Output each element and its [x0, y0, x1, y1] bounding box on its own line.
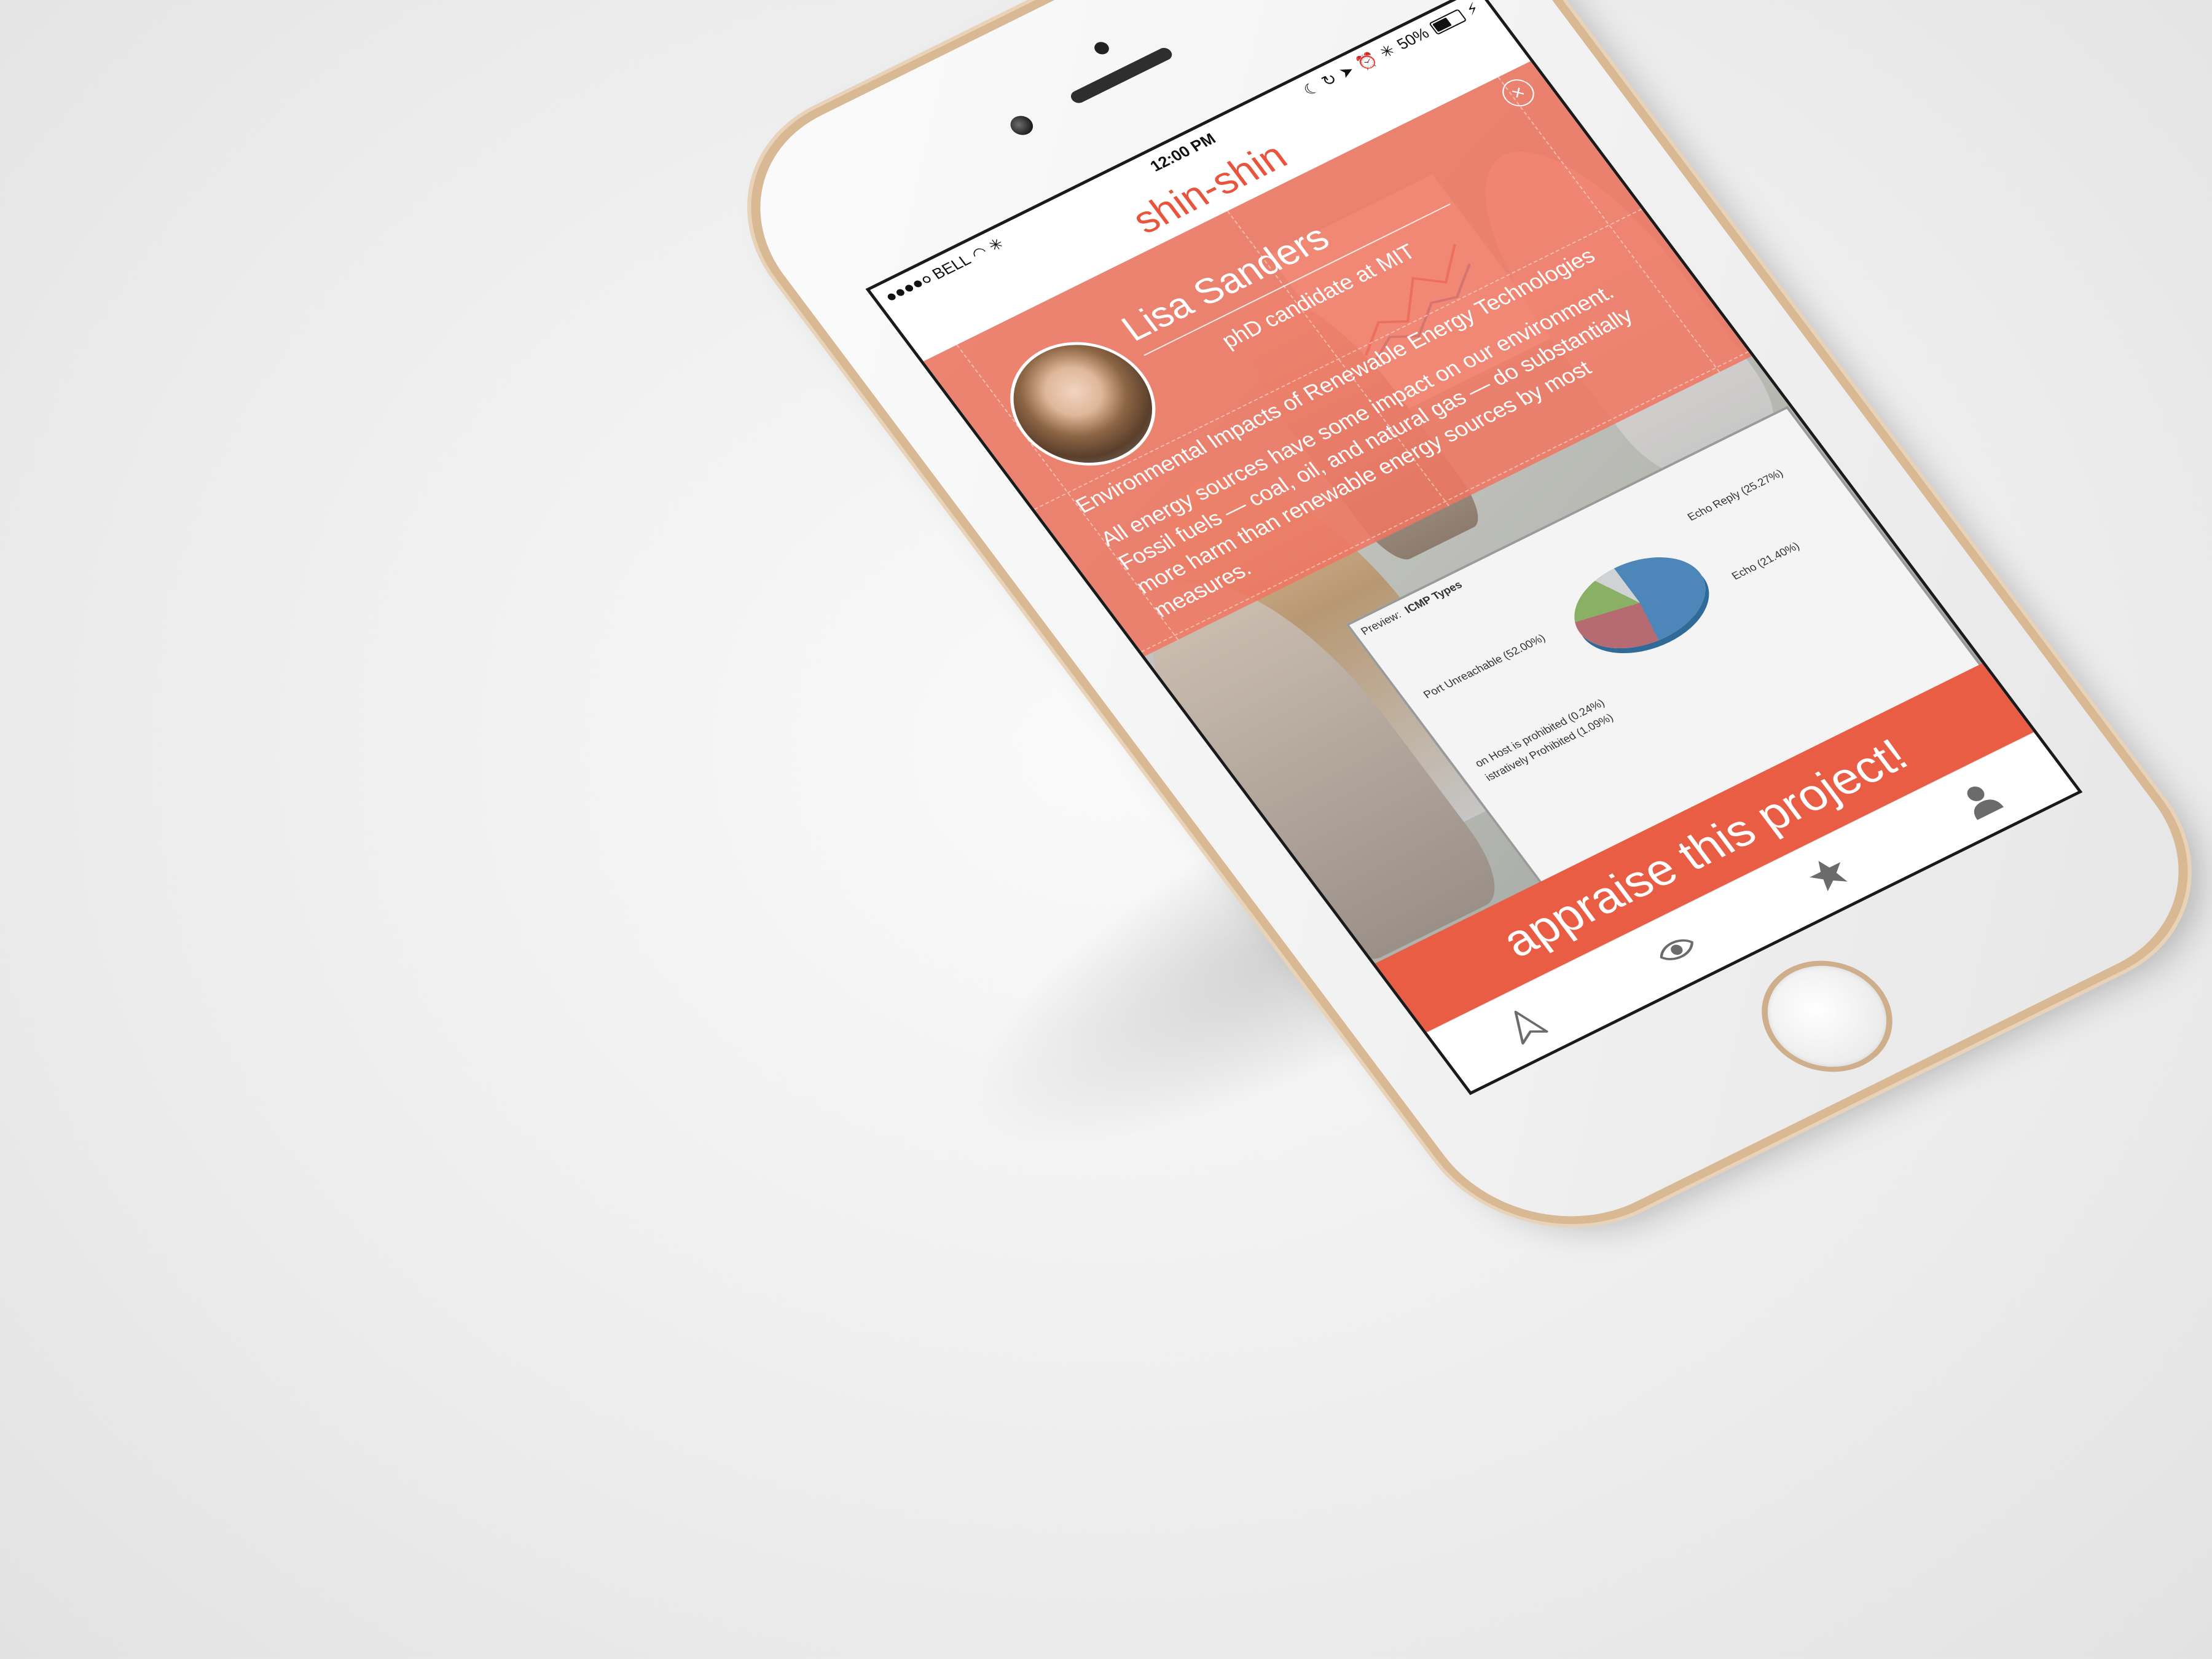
- bluetooth-icon: ✳: [1375, 41, 1399, 62]
- rotation-lock-icon: ↻: [1317, 69, 1341, 90]
- alarm-icon: ⏰: [1352, 49, 1382, 73]
- close-button[interactable]: ×: [1496, 74, 1540, 111]
- close-icon: ×: [1506, 80, 1530, 104]
- tab-featured[interactable]: [1787, 841, 1870, 909]
- tab-profile[interactable]: [1939, 766, 2022, 834]
- eye-icon: [1660, 939, 1694, 960]
- phone-mockup: BELL ◠ ✳ 12:00 PM ☾ ↻ ➤ ⏰ ✳ 50% ⚡ shin-s…: [707, 0, 2212, 1258]
- tab-watch[interactable]: [1636, 916, 1718, 984]
- monitor-pie-graphic: [1553, 538, 1726, 667]
- monitor-label-echo: Echo (21.40%): [1729, 539, 1802, 582]
- monitor-label-port-unreachable: Port Unreachable (52.00%): [1421, 632, 1548, 701]
- stage: BELL ◠ ✳ 12:00 PM ☾ ↻ ➤ ⏰ ✳ 50% ⚡ shin-s…: [0, 0, 2212, 1659]
- monitor-chart-title: ICMP Types: [1402, 578, 1465, 616]
- star-icon: [1810, 861, 1848, 892]
- tab-send[interactable]: [1484, 990, 1566, 1059]
- monitor-label-echo-reply: Echo Reply (25.27%): [1685, 467, 1786, 524]
- location-arrow-icon: ➤: [1335, 61, 1359, 82]
- send-icon: [1514, 1011, 1548, 1045]
- battery-fill: [1432, 17, 1452, 32]
- user-icon: [1967, 786, 2004, 820]
